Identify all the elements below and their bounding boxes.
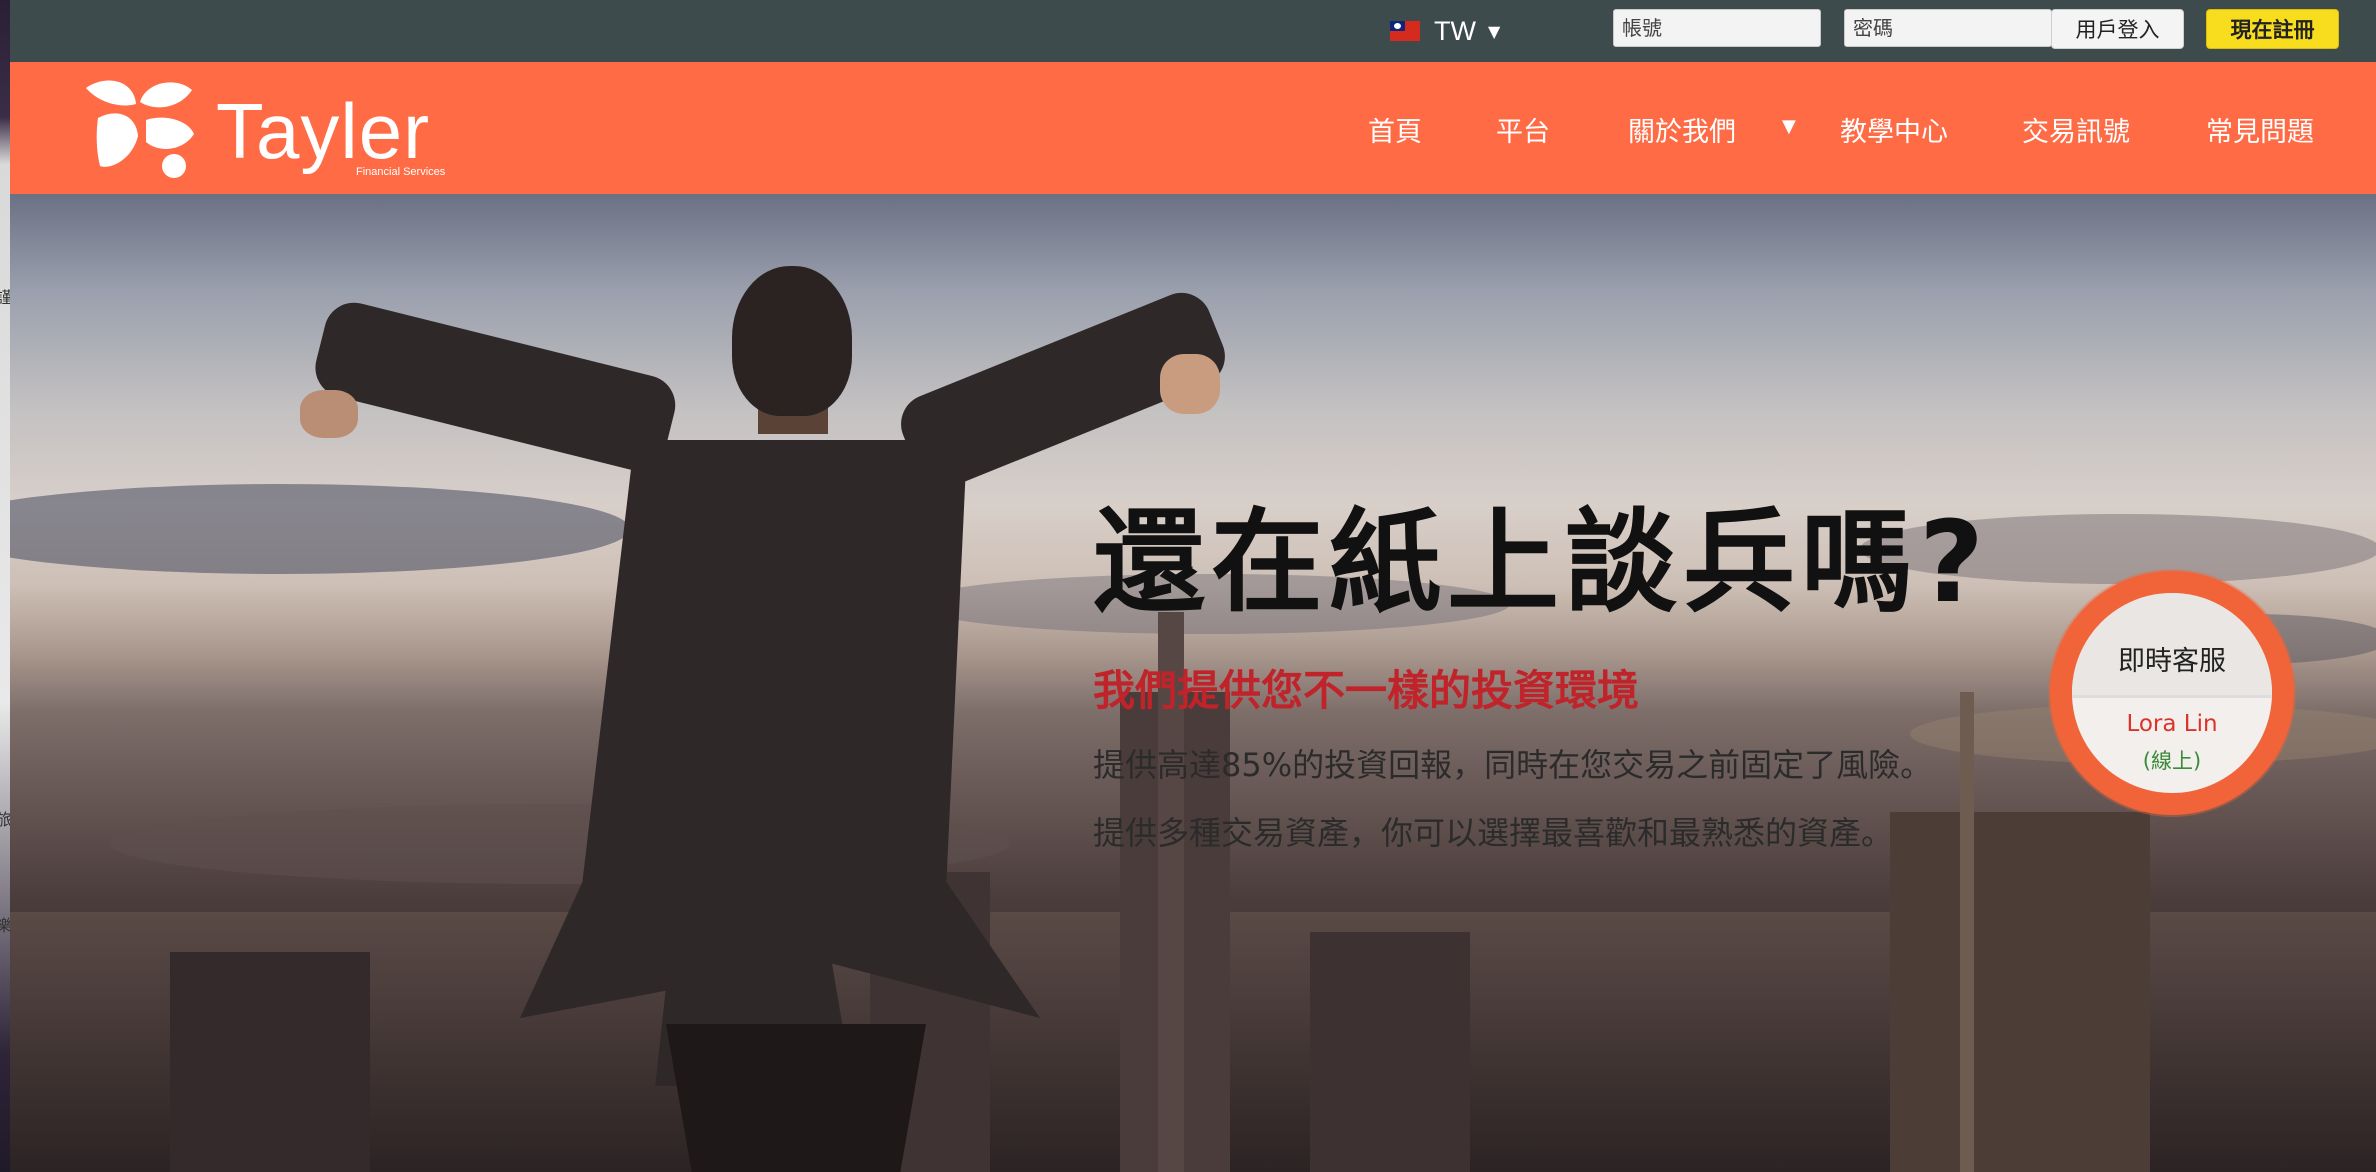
main-nav: 首頁 平台 關於我們 ▼ 教學中心 交易訊號 常見問題 — [10, 62, 2376, 194]
hero-copy: 還在紙上談兵嗎? 我們提供您不一樣的投資環境 提供高達85%的投資回報，同時在您… — [1093, 507, 1990, 854]
man-hand — [1160, 354, 1220, 414]
man-head — [732, 266, 852, 416]
main-header: Tayler Financial Services 首頁 平台 關於我們 ▼ 教… — [10, 62, 2376, 194]
chat-title: 即時客服 — [2118, 646, 2226, 677]
nav-item-home[interactable]: 首頁 — [1368, 110, 1422, 149]
edge-char: 樂 — [0, 916, 13, 935]
register-button[interactable]: 現在註冊 — [2206, 9, 2339, 49]
building — [1310, 932, 1470, 1172]
chat-bubble: 即時客服 Lora Lin (線上) — [2072, 593, 2272, 793]
hero-description-line: 提供高達85%的投資回報，同時在您交易之前固定了風險。 — [1093, 746, 1933, 784]
chevron-down-icon[interactable]: ▼ — [1782, 116, 1796, 137]
adjacent-window-edge: 謹 旅 樂 — [0, 0, 13, 1172]
man-legs — [666, 1024, 926, 1172]
edge-char: 謹 — [0, 288, 13, 307]
building — [170, 952, 370, 1172]
nav-item-about[interactable]: 關於我們 — [1628, 110, 1736, 149]
login-button[interactable]: 用戶登入 — [2051, 9, 2184, 49]
hero-title: 還在紙上談兵嗎? — [1093, 498, 1990, 628]
nav-item-signals[interactable]: 交易訊號 — [2022, 110, 2130, 149]
password-input[interactable] — [1844, 9, 2052, 47]
chat-agent-name: Lora Lin — [2126, 711, 2218, 737]
man-hand — [300, 390, 358, 438]
language-code: TW — [1434, 15, 1476, 46]
taiwan-flag-icon — [1390, 21, 1420, 41]
cloud-shape — [10, 484, 630, 574]
top-utility-bar: TW ▼ 用戶登入 現在註冊 — [10, 0, 2376, 62]
live-chat-widget[interactable]: 即時客服 Lora Lin (線上) — [2050, 571, 2294, 815]
language-selector[interactable]: TW ▼ — [1390, 14, 1500, 48]
nav-item-faq[interactable]: 常見問題 — [2206, 110, 2314, 149]
man-suit — [520, 440, 1040, 1086]
nav-item-platform[interactable]: 平台 — [1496, 110, 1550, 149]
hero-banner: 還在紙上談兵嗎? 我們提供您不一樣的投資環境 提供高達85%的投資回報，同時在您… — [10, 194, 2376, 1172]
hero-description-line: 提供多種交易資產，你可以選擇最喜歡和最熟悉的資產。 — [1093, 814, 1894, 852]
nav-item-education[interactable]: 教學中心 — [1840, 110, 1948, 149]
tower-building — [1890, 812, 2150, 1172]
chat-status: (線上) — [2142, 749, 2202, 773]
chevron-down-icon: ▼ — [1487, 21, 1501, 41]
hero-subtitle: 我們提供您不一樣的投資環境 — [1093, 666, 1640, 715]
edge-char: 旅 — [0, 810, 13, 829]
man-arm — [309, 296, 682, 477]
account-input[interactable] — [1613, 9, 1821, 47]
